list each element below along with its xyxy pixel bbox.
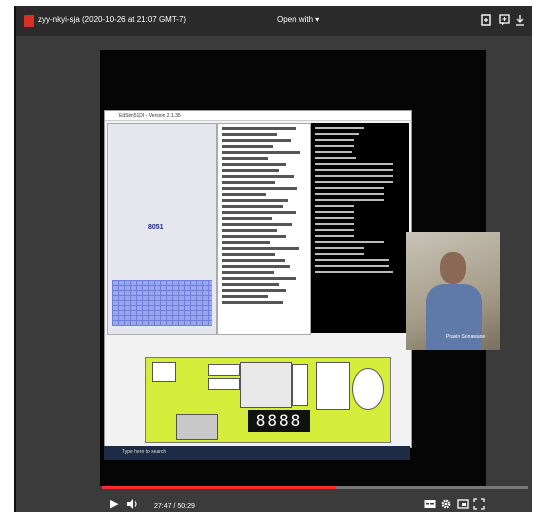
shared-screen: EdSim51DI - Version 2.1.35 8051 8888 (104, 110, 412, 448)
presenter-name-tag: Pravin Sonawane (446, 334, 486, 340)
taskbar-search: Type here to search (122, 449, 167, 455)
volume-icon[interactable] (126, 498, 138, 513)
theater-mode-icon[interactable] (457, 498, 469, 513)
keypad-block[interactable] (316, 362, 350, 410)
board-side-block (292, 364, 308, 406)
play-icon[interactable]: ▶ (110, 498, 118, 510)
lcd-display (240, 362, 292, 408)
simulator-brand-label: 8051 (148, 224, 164, 231)
add-to-drive-icon[interactable] (480, 14, 492, 26)
captions-icon[interactable] (424, 498, 436, 513)
console-panel (311, 123, 409, 333)
presenter-head (440, 252, 466, 284)
windows-taskbar: Type here to search (104, 446, 410, 460)
open-with-button[interactable]: Open with ▾ (277, 15, 319, 24)
board-button[interactable] (208, 378, 240, 390)
board-button[interactable] (208, 364, 240, 376)
pdf-icon (24, 15, 34, 27)
simulator-window-title: EdSim51DI - Version 2.1.35 (105, 111, 411, 121)
motor-dial (352, 368, 384, 410)
board-switch-block (152, 362, 176, 382)
duration: 50:29 (177, 503, 195, 510)
current-time: 27:47 (154, 503, 172, 510)
progress-bar[interactable] (102, 486, 528, 489)
playback-time: 27:47 / 50:29 (154, 503, 195, 510)
chevron-down-icon: ▾ (315, 15, 320, 24)
download-icon[interactable] (514, 14, 526, 26)
seven-segment-display: 8888 (248, 410, 310, 432)
fullscreen-icon[interactable] (473, 498, 485, 513)
memory-grid (112, 280, 212, 326)
presenter-webcam: Pravin Sonawane (406, 232, 500, 350)
simulator-register-panel: 8051 (107, 123, 217, 335)
open-with-label: Open with (277, 15, 314, 24)
file-title: zyy-nkyi-sja (2020-10-26 at 21:07 GMT-7) (38, 15, 187, 24)
viewer-top-bar: zyy-nkyi-sja (2020-10-26 at 21:07 GMT-7)… (16, 6, 537, 36)
settings-gear-icon[interactable] (440, 498, 452, 513)
comment-icon[interactable] (498, 14, 510, 26)
led-bank (176, 414, 218, 440)
more-vertical-icon[interactable]: ⋮ (528, 14, 537, 26)
presenter-body (426, 284, 482, 350)
viewer-frame: zyy-nkyi-sja (2020-10-26 at 21:07 GMT-7)… (14, 6, 537, 513)
progress-bar-fill (102, 486, 337, 489)
assembly-listing (217, 123, 311, 335)
peripheral-board: 8888 (145, 357, 391, 443)
